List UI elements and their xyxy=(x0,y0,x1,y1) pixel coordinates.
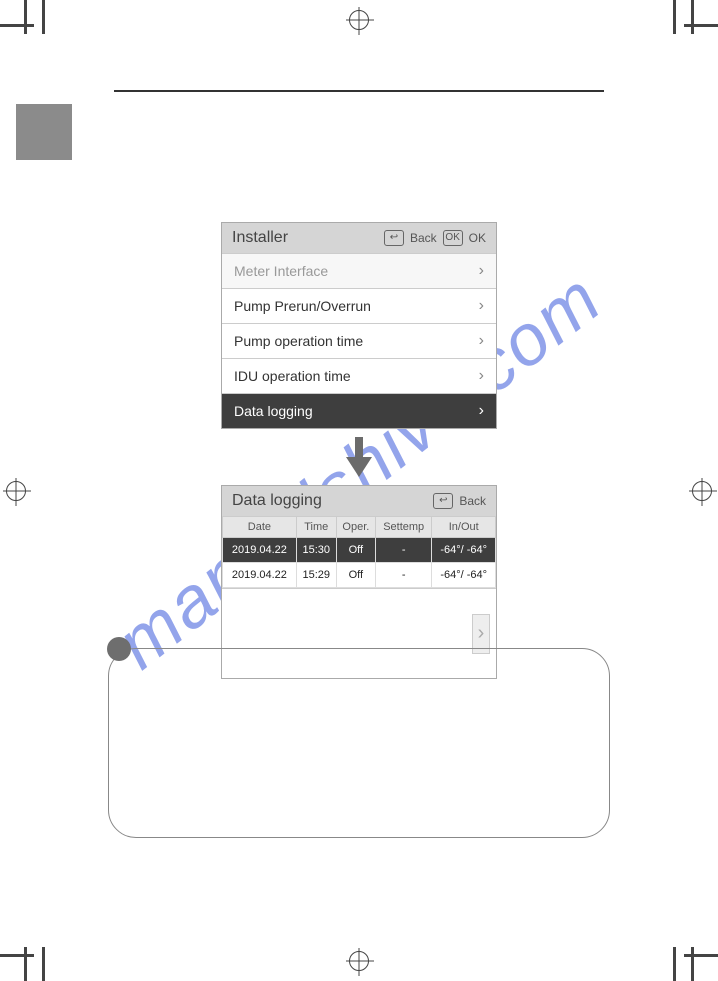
col-inout: In/Out xyxy=(432,517,496,538)
col-settemp: Settemp xyxy=(375,517,431,538)
cell-oper: Off xyxy=(336,538,375,563)
chevron-right-icon: › xyxy=(479,402,484,420)
page-tab xyxy=(16,104,72,160)
cell-time: 15:30 xyxy=(296,538,336,563)
chevron-right-icon: › xyxy=(479,297,484,315)
col-time: Time xyxy=(296,517,336,538)
installer-titlebar: Installer ↩ Back OK OK xyxy=(222,223,496,253)
page-rule xyxy=(114,90,604,92)
note-bullet-icon xyxy=(107,637,131,661)
col-date: Date xyxy=(223,517,297,538)
menu-item-label: IDU operation time xyxy=(234,368,351,384)
back-label: Back xyxy=(410,231,437,245)
chevron-right-icon: › xyxy=(479,332,484,350)
menu-item-data-logging[interactable]: Data logging › xyxy=(222,393,496,428)
note-box xyxy=(108,648,610,838)
menu-item-label: Meter Interface xyxy=(234,263,328,279)
ok-icon[interactable]: OK xyxy=(443,230,463,246)
menu-item-label: Pump operation time xyxy=(234,333,363,349)
cell-date: 2019.04.22 xyxy=(223,563,297,588)
log-table: Date Time Oper. Settemp In/Out 2019.04.2… xyxy=(222,516,496,588)
col-oper: Oper. xyxy=(336,517,375,538)
cell-inout: -64°/ -64° xyxy=(432,563,496,588)
ok-label: OK xyxy=(469,231,486,245)
registration-mark-icon xyxy=(349,951,369,971)
installer-screen: Installer ↩ Back OK OK Meter Interface ›… xyxy=(221,222,497,429)
screenshots-column: Installer ↩ Back OK OK Meter Interface ›… xyxy=(221,222,497,679)
installer-title: Installer xyxy=(232,229,288,247)
logging-title: Data logging xyxy=(232,492,322,510)
cell-settemp: - xyxy=(375,563,431,588)
cell-settemp: - xyxy=(375,538,431,563)
back-icon[interactable]: ↩ xyxy=(433,493,453,509)
table-row[interactable]: 2019.04.22 15:30 Off - -64°/ -64° xyxy=(223,538,496,563)
registration-mark-icon xyxy=(6,481,26,501)
menu-item-label: Pump Prerun/Overrun xyxy=(234,298,371,314)
cell-date: 2019.04.22 xyxy=(223,538,297,563)
menu-item-meter-interface[interactable]: Meter Interface › xyxy=(222,253,496,288)
back-label: Back xyxy=(459,494,486,508)
menu-item-idu-operation[interactable]: IDU operation time › xyxy=(222,358,496,393)
menu-item-pump-operation[interactable]: Pump operation time › xyxy=(222,323,496,358)
chevron-right-icon: › xyxy=(479,367,484,385)
registration-mark-icon xyxy=(349,10,369,30)
registration-mark-icon xyxy=(692,481,712,501)
logging-titlebar: Data logging ↩ Back xyxy=(222,486,496,516)
menu-item-pump-prerun[interactable]: Pump Prerun/Overrun › xyxy=(222,288,496,323)
back-icon[interactable]: ↩ xyxy=(384,230,404,246)
table-row[interactable]: 2019.04.22 15:29 Off - -64°/ -64° xyxy=(223,563,496,588)
arrow-down-icon xyxy=(221,437,497,477)
chevron-right-icon: › xyxy=(479,262,484,280)
cell-inout: -64°/ -64° xyxy=(432,538,496,563)
cell-oper: Off xyxy=(336,563,375,588)
menu-item-label: Data logging xyxy=(234,403,313,419)
cell-time: 15:29 xyxy=(296,563,336,588)
